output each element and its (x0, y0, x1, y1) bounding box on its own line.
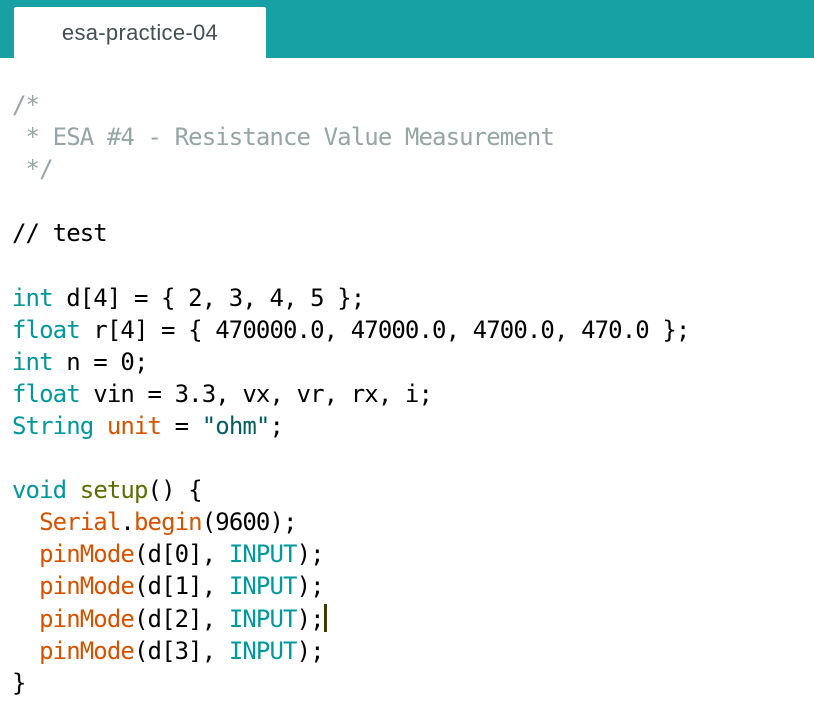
code-keyword: int (12, 283, 54, 312)
code-line[interactable]: int n = 0; (12, 346, 689, 378)
code-text: r[4] = { 470000.0, 47000.0, 4700.0, 470.… (79, 315, 690, 344)
code-constant: INPUT (228, 572, 298, 601)
tab-esa-practice-04[interactable]: esa-practice-04 (14, 7, 266, 58)
code-text: } (12, 668, 26, 697)
code-line[interactable] (12, 442, 689, 474)
code-line[interactable]: String unit = "ohm"; (12, 410, 689, 442)
code-text: // test (12, 219, 108, 248)
code-comment: /* (12, 91, 40, 119)
code-text: ); (296, 540, 325, 569)
code-function: pinMode (39, 604, 135, 633)
code-text: (d[2], (133, 604, 229, 633)
tab-bar: esa-practice-04 (0, 0, 814, 58)
code-text: ); (296, 572, 325, 601)
code-line[interactable]: float vin = 3.3, vx, vr, rx, i; (12, 378, 689, 410)
code-text: ); (296, 636, 325, 665)
code-text: (d[1], (133, 572, 229, 601)
code-line[interactable]: */ (12, 153, 689, 185)
code-string: "ohm" (201, 411, 271, 440)
text-cursor (323, 603, 327, 632)
code-line[interactable]: pinMode(d[1], INPUT); (12, 570, 689, 602)
code-text: ; (269, 411, 284, 440)
code-line[interactable] (12, 185, 689, 217)
code-function: pinMode (39, 572, 135, 601)
code-line[interactable]: * ESA #4 - Resistance Value Measurement (12, 121, 689, 153)
code-keyword: int (12, 347, 54, 376)
code-text: d[4] = { 2, 3, 4, 5 }; (52, 283, 365, 312)
code-line[interactable]: /* (12, 89, 689, 121)
code-line[interactable]: } (12, 667, 689, 699)
code-line[interactable]: pinMode(d[0], INPUT); (12, 538, 689, 570)
code-comment: * ESA #4 - Resistance Value Measurement (12, 123, 555, 152)
code-content[interactable]: /* * ESA #4 - Resistance Value Measureme… (12, 89, 690, 699)
code-constant: INPUT (228, 540, 298, 569)
code-function: pinMode (39, 540, 135, 569)
code-line[interactable] (12, 249, 689, 281)
code-constant: INPUT (228, 636, 298, 665)
code-keyword: void (12, 476, 67, 505)
code-keyword: float (12, 315, 81, 344)
code-text: n = 0; (52, 347, 148, 376)
code-line[interactable]: int d[4] = { 2, 3, 4, 5 }; (12, 282, 689, 314)
code-text: (9600); (201, 508, 298, 537)
code-function: pinMode (39, 636, 135, 665)
code-constant: INPUT (228, 604, 298, 633)
code-text: ); (296, 604, 325, 633)
code-text: vin = 3.3, vx, vr, rx, i; (79, 379, 433, 408)
code-line[interactable]: pinMode(d[3], INPUT); (12, 635, 689, 667)
code-line[interactable]: // test (12, 217, 689, 249)
code-function: Serial (39, 508, 121, 537)
code-editor[interactable]: /* * ESA #4 - Resistance Value Measureme… (0, 58, 814, 722)
code-text: . (120, 508, 134, 537)
code-text: () { (147, 476, 203, 505)
code-text: (d[3], (133, 636, 229, 665)
code-text: = (161, 411, 202, 440)
code-comment: */ (12, 155, 54, 184)
code-text: (d[0], (133, 540, 229, 569)
code-line[interactable]: Serial.begin(9600); (12, 506, 689, 538)
code-function: unit (106, 411, 162, 440)
code-line[interactable]: float r[4] = { 470000.0, 47000.0, 4700.0… (12, 314, 690, 346)
tab-label: esa-practice-04 (61, 19, 219, 45)
code-function: begin (133, 508, 203, 537)
code-keyword: String (12, 411, 94, 440)
code-line[interactable]: pinMode(d[2], INPUT); (12, 603, 689, 635)
code-keyword: float (12, 379, 81, 408)
code-function-name: setup (79, 476, 149, 505)
code-line[interactable]: void setup() { (12, 474, 689, 506)
